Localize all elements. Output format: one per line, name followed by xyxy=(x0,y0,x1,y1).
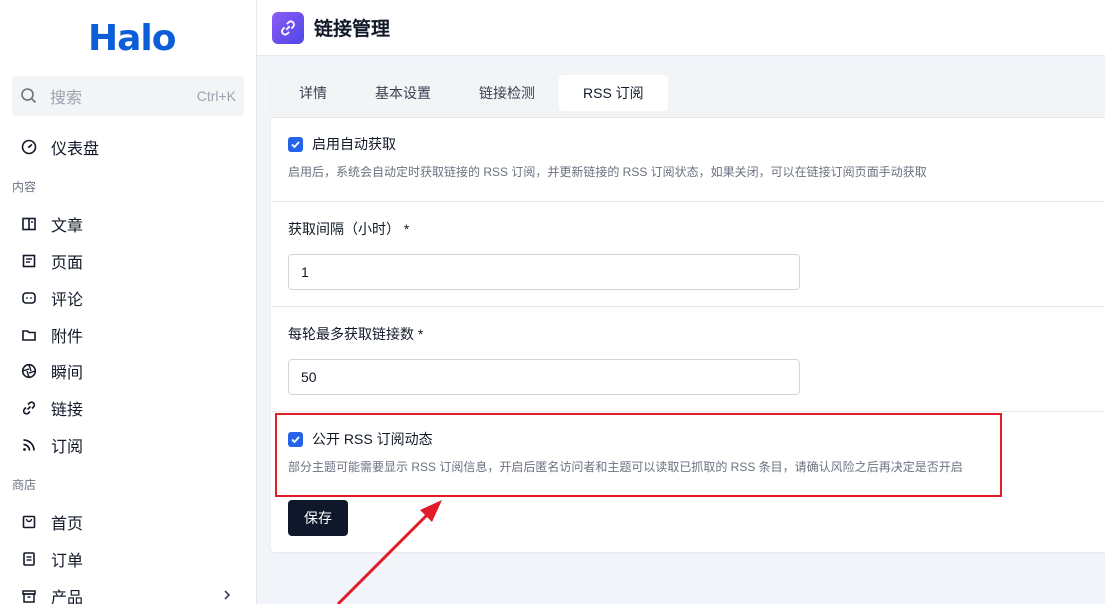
sidebar-item-label: 仪表盘 xyxy=(51,141,100,158)
order-icon xyxy=(20,550,38,568)
sidebar-item-subscriptions[interactable]: 订阅 xyxy=(12,430,244,460)
auto-fetch-checkbox[interactable] xyxy=(288,136,303,152)
archive-icon xyxy=(20,587,38,604)
page-icon xyxy=(20,252,38,270)
sidebar-item-label: 产品 xyxy=(51,590,84,604)
divider xyxy=(271,201,1105,202)
sidebar-item-pages[interactable]: 页面 xyxy=(12,246,244,276)
sidebar-item-label: 附件 xyxy=(51,329,84,346)
aperture-icon xyxy=(20,362,38,380)
sidebar-item-dashboard[interactable]: 仪表盘 xyxy=(12,132,244,162)
sidebar-item-label: 首页 xyxy=(51,516,84,533)
tab-rss-subscription[interactable]: RSS 订阅 xyxy=(559,75,668,111)
sidebar-item-comments[interactable]: 评论 xyxy=(12,283,244,313)
link-icon xyxy=(272,11,304,44)
page-title: 链接管理 xyxy=(314,19,391,40)
sidebar-item-orders[interactable]: 订单 xyxy=(12,544,244,574)
interval-label: 获取间隔（小时） * xyxy=(288,221,410,237)
auto-fetch-field: 启用自动获取 启用后，系统会自动定时获取链接的 RSS 订阅，并更新链接的 RS… xyxy=(288,134,927,180)
sidebar-item-label: 页面 xyxy=(51,255,84,272)
interval-input[interactable]: 1 xyxy=(288,254,800,290)
max-links-label: 每轮最多获取链接数 * xyxy=(288,326,424,342)
sidebar-group-content: 内容 xyxy=(12,180,37,194)
highlight-box xyxy=(275,413,1002,497)
sidebar-item-posts[interactable]: 文章 xyxy=(12,209,244,239)
save-button[interactable]: 保存 xyxy=(288,500,348,536)
sidebar-item-label: 瞬间 xyxy=(51,365,84,382)
divider xyxy=(271,411,1105,412)
store-home-icon xyxy=(20,513,38,531)
auto-fetch-label[interactable]: 启用自动获取 xyxy=(312,134,396,154)
tab-details[interactable]: 详情 xyxy=(275,75,351,111)
sidebar-item-label: 评论 xyxy=(51,292,84,309)
search-icon xyxy=(20,87,38,105)
divider xyxy=(271,306,1105,307)
book-icon xyxy=(20,215,38,233)
page-header: 链接管理 xyxy=(257,0,1105,56)
sidebar-group-store: 商店 xyxy=(12,478,37,492)
folder-icon xyxy=(20,326,38,344)
rss-icon xyxy=(20,436,38,454)
sidebar-item-label: 订阅 xyxy=(51,439,84,456)
sidebar: Halo 搜索 Ctrl+K 仪表盘 内容 文章 页面 评论 附件 瞬间 链接 … xyxy=(0,0,257,604)
chevron-right-icon[interactable] xyxy=(222,588,232,604)
auto-fetch-help: 启用后，系统会自动定时获取链接的 RSS 订阅，并更新链接的 RSS 订阅状态，… xyxy=(288,165,927,179)
max-links-input[interactable]: 50 xyxy=(288,359,800,395)
tab-link-check[interactable]: 链接检测 xyxy=(455,75,559,111)
search-shortcut: Ctrl+K xyxy=(196,88,236,104)
sidebar-item-label: 链接 xyxy=(51,402,84,419)
sidebar-item-label: 文章 xyxy=(51,218,84,235)
sidebar-item-label: 订单 xyxy=(51,553,84,570)
sidebar-item-attachments[interactable]: 附件 xyxy=(12,320,244,350)
dashboard-icon xyxy=(20,138,38,156)
sidebar-item-store-home[interactable]: 首页 xyxy=(12,507,244,537)
tab-bar: 详情 基本设置 链接检测 RSS 订阅 xyxy=(271,70,1105,118)
search-bar[interactable]: 搜索 Ctrl+K xyxy=(12,76,244,116)
tab-basic-settings[interactable]: 基本设置 xyxy=(351,75,455,111)
sidebar-item-products[interactable]: 产品 xyxy=(12,581,244,604)
sidebar-item-links[interactable]: 链接 xyxy=(12,393,244,423)
comment-icon xyxy=(20,289,38,307)
link-icon xyxy=(20,399,38,417)
sidebar-item-moments[interactable]: 瞬间 xyxy=(12,356,244,386)
app-logo[interactable]: Halo xyxy=(88,18,176,59)
search-placeholder: 搜索 xyxy=(50,90,83,107)
